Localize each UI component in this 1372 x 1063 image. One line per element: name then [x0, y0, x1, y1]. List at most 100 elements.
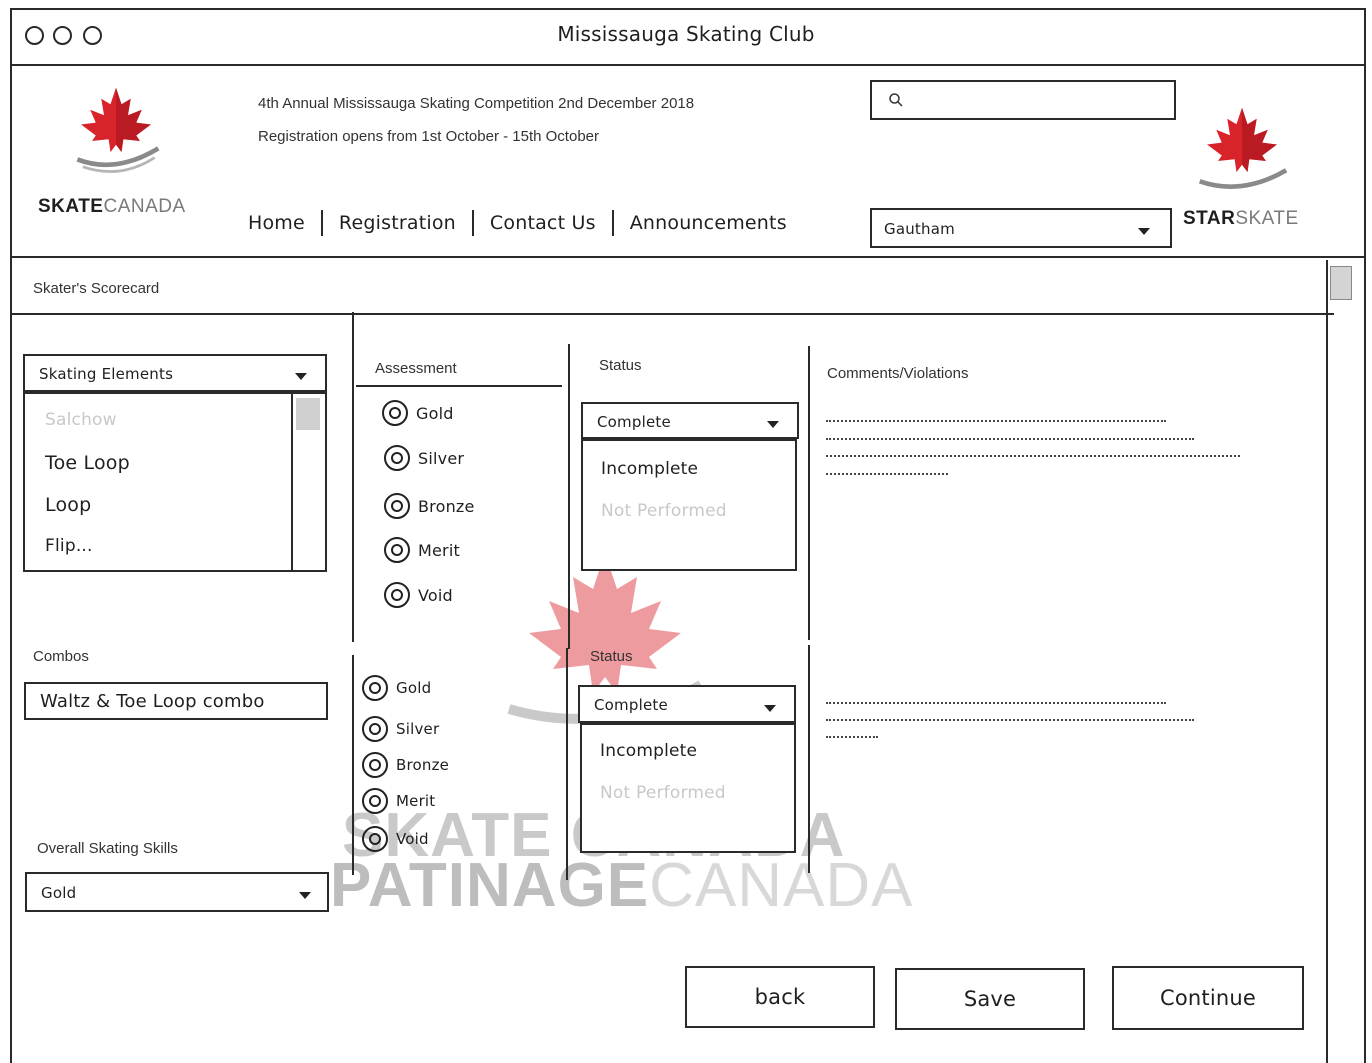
starskate-logo-text: STARSKATE	[1183, 208, 1299, 229]
list-item[interactable]: Salchow	[45, 410, 117, 430]
column-divider	[808, 645, 810, 873]
combo-status-select[interactable]: Complete	[578, 685, 796, 723]
continue-button[interactable]: Continue	[1112, 966, 1304, 1030]
user-select-value: Gautham	[884, 220, 955, 238]
radio-icon[interactable]	[362, 675, 388, 701]
radio-label: Gold	[396, 679, 432, 697]
radio-icon[interactable]	[362, 826, 388, 852]
radio-icon[interactable]	[382, 400, 408, 426]
nav-contact-us[interactable]: Contact Us	[486, 212, 600, 234]
page-title: Skater's Scorecard	[33, 280, 160, 297]
column-divider	[352, 655, 354, 875]
radio-label: Bronze	[418, 496, 475, 516]
list-scrollbar[interactable]	[291, 394, 293, 570]
radio-label: Silver	[396, 720, 440, 738]
save-button[interactable]: Save	[895, 968, 1085, 1030]
radio-label: Void	[418, 585, 453, 605]
combo-assessment-option-gold[interactable]: Gold	[362, 675, 431, 701]
combo-assessment-option-merit[interactable]: Merit	[362, 788, 435, 814]
nav-announcements[interactable]: Announcements	[626, 212, 791, 234]
list-item[interactable]: Loop	[45, 494, 91, 516]
back-button[interactable]: back	[685, 966, 875, 1028]
column-divider	[566, 648, 568, 880]
column-divider	[808, 346, 810, 640]
assessment-option-void[interactable]: Void	[384, 582, 453, 608]
combo-assessment-option-void[interactable]: Void	[362, 826, 429, 852]
announcement-line-1: 4th Annual Mississauga Skating Competiti…	[258, 95, 695, 112]
chevron-down-icon	[764, 705, 776, 712]
skating-elements-list[interactable]: Salchow Toe Loop Loop Flip...	[23, 392, 327, 572]
radio-icon[interactable]	[384, 582, 410, 608]
main-nav: Home Registration Contact Us Announcemen…	[244, 210, 791, 236]
column-divider	[352, 312, 354, 642]
overall-skills-select-value: Gold	[41, 884, 77, 902]
overall-skills-label: Overall Skating Skills	[37, 840, 178, 857]
header-divider	[10, 256, 1366, 258]
scrollbar-thumb[interactable]	[1330, 266, 1352, 300]
combo-status-dropdown-list[interactable]: Incomplete Not Performed	[580, 723, 796, 853]
nav-home[interactable]: Home	[244, 212, 309, 234]
nav-registration[interactable]: Registration	[335, 212, 460, 234]
radio-icon[interactable]	[384, 493, 410, 519]
radio-icon[interactable]	[362, 752, 388, 778]
assessment-header: Assessment	[375, 360, 457, 377]
combo-comments-scribble-text	[826, 694, 1206, 744]
combo-status-option-not-performed[interactable]: Not Performed	[600, 783, 726, 803]
overall-skills-select[interactable]: Gold	[25, 872, 329, 912]
assessment-option-gold[interactable]: Gold	[382, 400, 454, 426]
status-dropdown-list[interactable]: Incomplete Not Performed	[581, 439, 797, 571]
window-title: Mississauga Skating Club	[557, 22, 815, 46]
assessment-option-bronze[interactable]: Bronze	[384, 493, 475, 519]
chevron-down-icon	[295, 373, 307, 380]
chevron-down-icon	[767, 421, 779, 428]
radio-label: Gold	[416, 403, 454, 423]
combos-input[interactable]: Waltz & Toe Loop combo	[24, 682, 328, 720]
radio-icon[interactable]	[362, 716, 388, 742]
combo-status-header: Status	[590, 648, 633, 665]
assessment-option-silver[interactable]: Silver	[384, 445, 464, 471]
user-select[interactable]: Gautham	[870, 208, 1172, 248]
radio-icon[interactable]	[384, 537, 410, 563]
skating-elements-select-label: Skating Elements	[39, 365, 174, 383]
assessment-underline	[356, 385, 562, 387]
combos-label: Combos	[33, 648, 89, 665]
nav-divider	[320, 210, 323, 236]
radio-icon[interactable]	[384, 445, 410, 471]
comments-header: Comments/Violations	[827, 365, 969, 382]
list-scrollbar-thumb[interactable]	[296, 398, 320, 430]
skate-canada-logo-text: SKATECANADA	[38, 196, 186, 217]
combo-assessment-option-bronze[interactable]: Bronze	[362, 752, 449, 778]
watermark-line-2: PATINAGECANADA	[330, 851, 914, 920]
list-item[interactable]: Flip...	[45, 536, 93, 556]
column-divider	[568, 344, 570, 649]
combo-status-option-incomplete[interactable]: Incomplete	[600, 741, 697, 761]
skate-canada-logo-icon	[76, 87, 160, 173]
skating-elements-select[interactable]: Skating Elements	[23, 354, 327, 392]
status-select[interactable]: Complete	[581, 402, 799, 439]
comments-scribble-text	[826, 410, 1246, 490]
radio-label: Merit	[418, 540, 460, 560]
chevron-down-icon	[299, 892, 311, 899]
list-item[interactable]: Toe Loop	[45, 452, 130, 474]
search-input[interactable]	[870, 80, 1176, 120]
chevron-down-icon	[1138, 228, 1150, 235]
status-option-not-performed[interactable]: Not Performed	[601, 501, 727, 521]
combo-status-select-value: Complete	[594, 696, 668, 714]
radio-icon[interactable]	[362, 788, 388, 814]
status-select-value: Complete	[597, 413, 671, 431]
radio-label: Merit	[396, 792, 436, 810]
status-option-incomplete[interactable]: Incomplete	[601, 459, 698, 479]
radio-label: Bronze	[396, 756, 450, 774]
combo-assessment-option-silver[interactable]: Silver	[362, 716, 439, 742]
subheader-divider	[10, 313, 1334, 315]
starskate-logo-icon	[1198, 107, 1288, 189]
scrollbar[interactable]	[1326, 260, 1356, 1063]
assessment-option-merit[interactable]: Merit	[384, 537, 460, 563]
search-icon	[889, 93, 903, 107]
announcement-line-2: Registration opens from 1st October - 15…	[258, 128, 599, 145]
radio-label: Silver	[418, 448, 465, 468]
nav-divider	[471, 210, 474, 236]
combos-input-value: Waltz & Toe Loop combo	[40, 691, 265, 712]
radio-label: Void	[396, 830, 429, 848]
nav-divider	[611, 210, 614, 236]
